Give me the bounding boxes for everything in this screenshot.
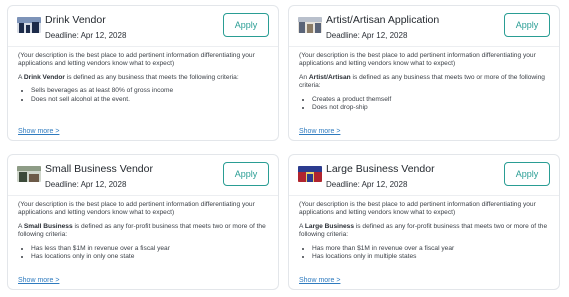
card-deadline: Deadline: Apr 12, 2028 [45,31,127,40]
card-description: (Your description is the best place to a… [299,201,549,273]
show-more-link[interactable]: Show more > [18,128,59,135]
application-card-large-business: Large Business Vendor Deadline: Apr 12, … [288,154,560,290]
vendor-application-grid: Drink Vendor Deadline: Apr 12, 2028 Appl… [0,0,569,297]
criteria-item: Creates a product themself [312,96,549,104]
criteria-item: Does not sell alcohol at the event. [31,96,268,104]
criteria-list: Has less than $1M in revenue over a fisc… [18,245,268,262]
card-header: Artist/Artisan Application Deadline: Apr… [289,6,559,47]
criteria-text: An Artist/Artisan is defined as any busi… [299,73,545,90]
criteria-item: Sells beverages as at least 80% of gross… [31,87,268,95]
criteria-list: Sells beverages as at least 80% of gross… [18,87,268,104]
criteria-list: Creates a product themself Does not drop… [299,96,549,113]
application-card-drink-vendor: Drink Vendor Deadline: Apr 12, 2028 Appl… [7,5,279,141]
vendor-thumbnail-image [298,166,322,182]
description-text: (Your description is the best place to a… [18,201,255,217]
card-title: Small Business Vendor [45,163,153,175]
criteria-text: A Drink Vendor is defined as any busines… [18,73,239,81]
card-title: Drink Vendor [45,14,106,26]
apply-button[interactable]: Apply [504,13,550,37]
card-description: (Your description is the best place to a… [18,201,268,273]
criteria-text: A Small Business is defined as any for-p… [18,222,266,239]
card-title: Artist/Artisan Application [326,14,440,26]
vendor-thumbnail-image [17,17,41,33]
criteria-item: Has less than $1M in revenue over a fisc… [31,245,268,253]
description-text: (Your description is the best place to a… [18,52,255,68]
card-deadline: Deadline: Apr 12, 2028 [45,180,127,189]
card-description: (Your description is the best place to a… [18,52,268,124]
criteria-term: Drink Vendor [23,73,65,81]
show-more-link[interactable]: Show more > [299,277,340,284]
card-deadline: Deadline: Apr 12, 2028 [326,180,408,189]
criteria-item: Has locations only in only one state [31,253,268,261]
criteria-item: Has locations only in multiple states [312,253,549,261]
application-card-artist-artisan: Artist/Artisan Application Deadline: Apr… [288,5,560,141]
criteria-item: Does not drop-ship [312,104,549,112]
show-more-link[interactable]: Show more > [299,128,340,135]
criteria-list: Has more than $1M in revenue over a fisc… [299,245,549,262]
application-card-small-business: Small Business Vendor Deadline: Apr 12, … [7,154,279,290]
card-title: Large Business Vendor [326,163,435,175]
criteria-term: Large Business [304,222,354,230]
apply-button[interactable]: Apply [223,162,269,186]
apply-button[interactable]: Apply [223,13,269,37]
description-text: (Your description is the best place to a… [299,52,536,68]
vendor-thumbnail-image [298,17,322,33]
criteria-item: Has more than $1M in revenue over a fisc… [312,245,549,253]
card-deadline: Deadline: Apr 12, 2028 [326,31,408,40]
card-description: (Your description is the best place to a… [299,52,549,124]
apply-button[interactable]: Apply [504,162,550,186]
card-header: Small Business Vendor Deadline: Apr 12, … [8,155,278,196]
vendor-thumbnail-image [17,166,41,182]
criteria-term: Small Business [23,222,73,230]
description-text: (Your description is the best place to a… [299,201,536,217]
card-header: Large Business Vendor Deadline: Apr 12, … [289,155,559,196]
criteria-term: Artist/Artisan [308,73,351,81]
show-more-link[interactable]: Show more > [18,277,59,284]
criteria-text: A Large Business is defined as any for-p… [299,222,548,239]
card-header: Drink Vendor Deadline: Apr 12, 2028 Appl… [8,6,278,47]
